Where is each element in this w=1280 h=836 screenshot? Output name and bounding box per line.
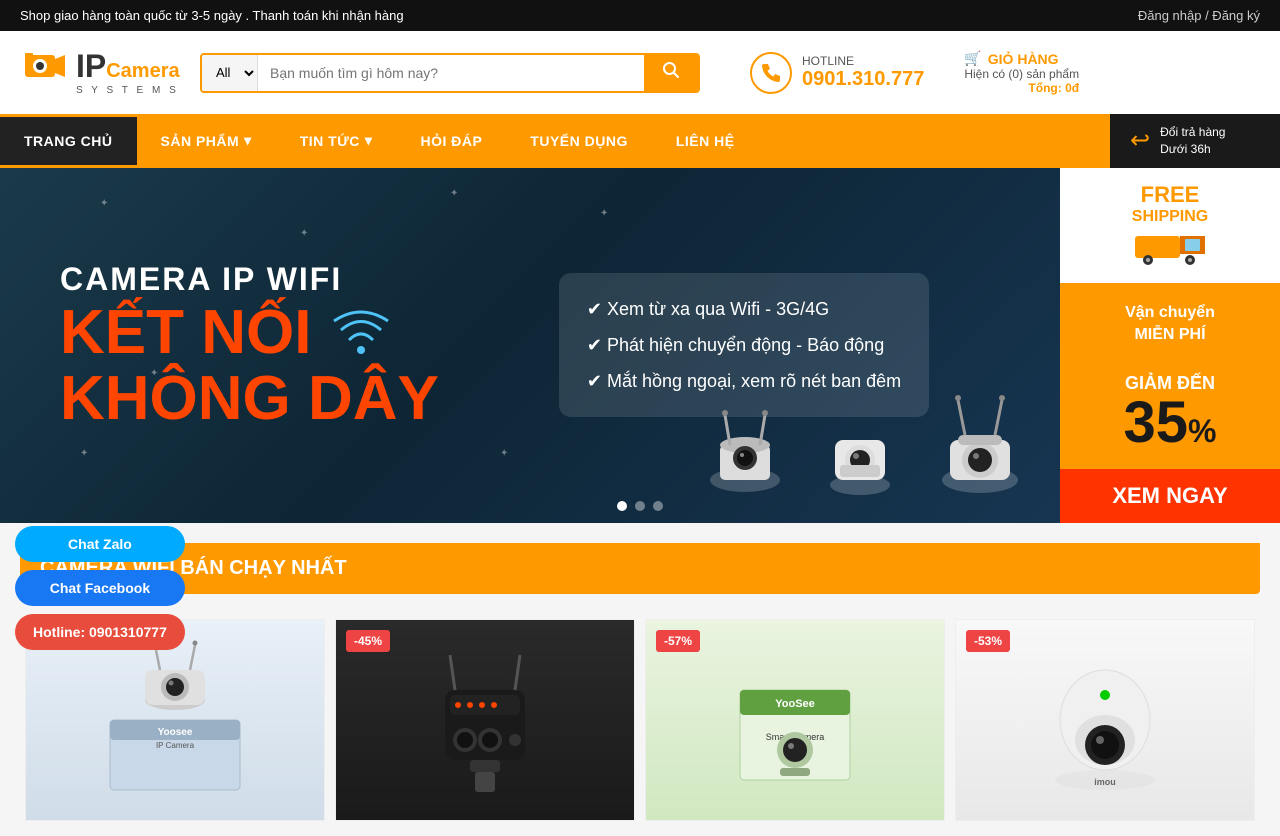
search-button[interactable] <box>644 55 698 91</box>
truck-icon <box>1130 226 1210 266</box>
camera-1 <box>700 390 790 503</box>
banner-right-panel: FREE SHIPPING Vận chuyểnMIỄN PHÍ GIẢM ĐẾ… <box>1060 168 1280 523</box>
banner-text: CAMERA IP WIFI KẾT NỐI KHÔNG DÂY <box>0 231 499 460</box>
cart-icon: 🛒 <box>964 50 981 67</box>
product-card-2[interactable]: -45% <box>335 619 635 821</box>
discount-box: GIẢM ĐẾN 35 % <box>1114 363 1227 462</box>
dot-3[interactable] <box>653 501 663 511</box>
banner-cameras <box>700 380 1030 503</box>
feature-2: ✔ Phát hiện chuyển động - Báo động <box>587 327 901 363</box>
product-card-3[interactable]: -57% YooSee Smart Camera <box>645 619 945 821</box>
chat-zalo-button[interactable]: Chat Zalo <box>15 526 185 562</box>
nav-item-news[interactable]: TIN TỨC ▾ <box>276 116 397 165</box>
banner-line2: KẾT NỐI <box>60 302 311 364</box>
top-bar: Shop giao hàng toàn quốc từ 3-5 ngày . T… <box>0 0 1280 31</box>
chat-facebook-button[interactable]: Chat Facebook <box>15 570 185 606</box>
star-decoration-7: ✦ <box>600 208 608 219</box>
phone-icon <box>750 52 792 94</box>
banner-line3: KHÔNG DÂY <box>60 368 439 430</box>
camera-image-2 <box>415 640 555 800</box>
discount-percent: 35 <box>1124 394 1189 452</box>
xem-ngay-button[interactable]: XEM NGAY <box>1060 469 1280 523</box>
svg-text:Yoosee: Yoosee <box>158 727 193 738</box>
cart-area[interactable]: 🛒 GIỎ HÀNG Hiện có (0) sản phẩm Tổng: 0đ <box>964 50 1079 95</box>
discount-badge-3: -57% <box>656 630 700 652</box>
svg-text:YooSee: YooSee <box>775 698 815 710</box>
product-card-4[interactable]: -53% imou <box>955 619 1255 821</box>
search-category-select[interactable]: All <box>202 55 258 91</box>
svg-text:IP Camera: IP Camera <box>156 741 195 750</box>
chevron-down-icon-2: ▾ <box>365 132 373 149</box>
nav-item-contact[interactable]: LIÊN HỆ <box>652 117 759 165</box>
product-image-2: -45% <box>336 620 634 820</box>
cart-title: 🛒 GIỎ HÀNG <box>964 50 1079 67</box>
section-wrapper: CAMERA WIFI BÁN CHẠY NHẤT <box>10 543 1270 594</box>
hotline-area: HOTLINE 0901.310.777 <box>750 52 924 94</box>
logo-ip: IP <box>76 48 106 84</box>
nav-item-faq[interactable]: HỎI ĐÁP <box>396 117 506 165</box>
nav-return[interactable]: ↩ Đổi trả hàng Dưới 36h <box>1110 114 1280 168</box>
login-link[interactable]: Đăng nhập / Đăng ký <box>1138 8 1260 23</box>
product-image-3: -57% YooSee Smart Camera <box>646 620 944 820</box>
camera-image-4: imou <box>1035 640 1175 800</box>
search-input[interactable] <box>258 55 644 91</box>
search-bar: All <box>200 53 700 93</box>
percent-sign: % <box>1188 413 1216 450</box>
section-title: CAMERA WIFI BÁN CHẠY NHẤT <box>20 543 1260 594</box>
star-decoration: ✦ <box>100 198 108 209</box>
hotline-button[interactable]: Hotline: 0901310777 <box>15 614 185 650</box>
hotline-number: 0901.310.777 <box>802 68 924 91</box>
banner-line1: CAMERA IP WIFI <box>60 261 439 298</box>
dot-2[interactable] <box>635 501 645 511</box>
van-chuyen-text: Vận chuyểnMIỄN PHÍ <box>1115 292 1225 357</box>
dot-1[interactable] <box>617 501 627 511</box>
shipping-label: SHIPPING <box>1070 208 1270 226</box>
free-shipping-box: FREE SHIPPING <box>1060 168 1280 286</box>
star-decoration-6: ✦ <box>500 448 508 459</box>
star-decoration-3: ✦ <box>450 188 458 199</box>
camera-image-1: Yoosee IP Camera <box>100 640 250 800</box>
nav-item-home[interactable]: TRANG CHỦ <box>0 117 137 165</box>
navigation: TRANG CHỦ SẢN PHẨM ▾ TIN TỨC ▾ HỎI ĐÁP T… <box>0 114 1280 168</box>
cart-total: Tổng: 0đ <box>964 81 1079 95</box>
camera-3 <box>930 380 1030 503</box>
floating-buttons: Chat Zalo Chat Facebook Hotline: 0901310… <box>15 526 185 650</box>
logo-camera: Camera <box>106 60 179 82</box>
banner-dots <box>617 501 663 511</box>
free-label: FREE <box>1070 182 1270 208</box>
discount-badge-2: -45% <box>346 630 390 652</box>
camera-2 <box>820 400 900 503</box>
main-content: CAMERA WIFI BÁN CHẠY NHẤT Yoosee IP Came… <box>0 543 1280 836</box>
products-grid: Yoosee IP Camera <box>10 594 1270 836</box>
hero-banner: ✦ ✦ ✦ ✦ ✦ ✦ ✦ CAMERA IP WIFI KẾT NỐI KHÔ… <box>0 168 1280 523</box>
top-bar-message: Shop giao hàng toàn quốc từ 3-5 ngày . T… <box>20 8 404 23</box>
cart-info: Hiện có (0) sản phẩm <box>964 67 1079 81</box>
hotline-label: HOTLINE <box>802 54 924 68</box>
logo-icon <box>20 43 70 102</box>
camera-image-3: YooSee Smart Camera <box>725 640 865 800</box>
discount-badge-4: -53% <box>966 630 1010 652</box>
nav-item-products[interactable]: SẢN PHẨM ▾ <box>137 116 276 165</box>
feature-1: ✔ Xem từ xa qua Wifi - 3G/4G <box>587 291 901 327</box>
return-text: Đổi trả hàng Dưới 36h <box>1160 124 1225 158</box>
nav-item-recruitment[interactable]: TUYỂN DỤNG <box>506 117 652 165</box>
header: IPCamera S Y S T E M S All HOTLINE 0901.… <box>0 31 1280 114</box>
product-image-4: -53% imou <box>956 620 1254 820</box>
svg-text:imou: imou <box>1094 777 1116 787</box>
wifi-signal <box>331 308 391 358</box>
chevron-down-icon: ▾ <box>244 132 252 149</box>
return-icon: ↩ <box>1130 126 1150 155</box>
logo[interactable]: IPCamera S Y S T E M S <box>20 43 180 102</box>
logo-systems: S Y S T E M S <box>76 85 180 96</box>
